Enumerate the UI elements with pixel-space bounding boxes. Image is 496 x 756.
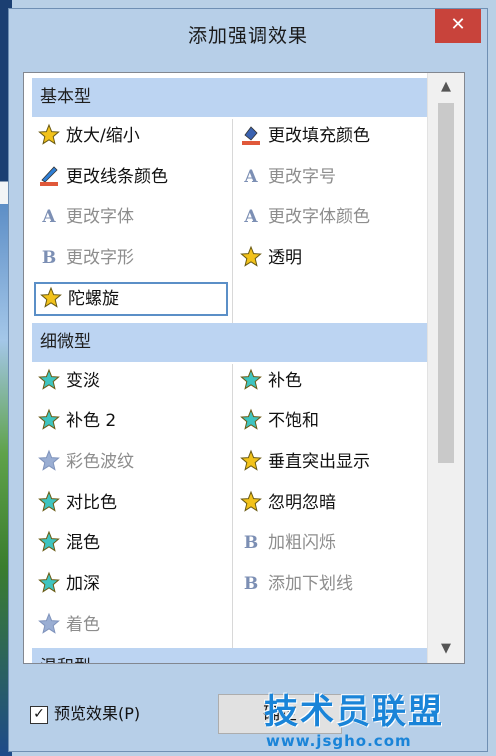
effect-item-label: 补色: [268, 370, 302, 391]
effect-item-label: 垂直突出显示: [268, 451, 370, 472]
paint-bucket-icon: [238, 123, 264, 149]
stars-complement-icon: [36, 408, 62, 434]
chevron-down-icon: ▼: [441, 641, 451, 656]
effect-item: A 更改字体: [34, 200, 224, 234]
stars-complement-icon: [238, 368, 264, 394]
effect-item-label: 更改字体颜色: [268, 207, 370, 228]
effect-item: B 加粗闪烁: [236, 526, 426, 560]
effect-item-label: 混色: [66, 533, 100, 554]
effect-item: 着色: [34, 608, 224, 642]
star-flicker-icon: [238, 490, 264, 516]
watermark-url: www.jsgho.com: [266, 732, 412, 750]
effect-item[interactable]: 补色: [236, 364, 426, 398]
letter-b-flash-icon: B: [243, 533, 259, 554]
effect-item-label: 彩色波纹: [66, 451, 134, 472]
scroll-thumb[interactable]: [438, 103, 454, 463]
effect-item-label: 补色 2: [66, 411, 117, 432]
chevron-up-icon: ▲: [441, 79, 451, 94]
effect-item-label: 更改填充颜色: [268, 126, 370, 146]
letter-a-icon: A: [42, 207, 56, 228]
effect-item-label: 透明: [268, 248, 302, 269]
effect-item[interactable]: 垂直突出显示: [236, 445, 426, 479]
dialog-title: 添加强调效果: [187, 25, 308, 47]
scroll-down-button[interactable]: ▼: [428, 635, 464, 663]
effect-item[interactable]: 忽明忽暗: [236, 486, 426, 520]
star-highlight-icon: [238, 449, 264, 475]
effect-item[interactable]: 放大/缩小: [34, 119, 224, 153]
check-icon: ✓: [33, 705, 45, 722]
letter-a-plus-icon: A: [244, 166, 258, 187]
stars-blend-icon: [36, 530, 62, 556]
effect-item[interactable]: 陀螺旋: [34, 281, 228, 316]
effect-item-label: 陀螺旋: [68, 288, 119, 309]
close-icon: ✕: [450, 14, 466, 35]
star-spin-icon: [38, 286, 64, 312]
column-divider: [232, 119, 233, 323]
effect-item[interactable]: 补色 2: [34, 404, 224, 438]
section-header: 基本型: [32, 78, 428, 117]
effect-item[interactable]: 不饱和: [236, 404, 426, 438]
section-header: 细微型: [32, 322, 428, 362]
letter-b-icon: B: [41, 248, 57, 269]
effect-item[interactable]: 更改填充颜色: [236, 119, 426, 153]
effect-item-label: 对比色: [66, 492, 117, 513]
vertical-scrollbar[interactable]: ▲ ▼: [427, 73, 464, 663]
star-transparent-icon: [238, 245, 264, 271]
scroll-up-button[interactable]: ▲: [428, 73, 464, 101]
preview-effect-checkbox[interactable]: ✓ 预览效果(P): [30, 702, 140, 726]
effect-item-label: 更改字体: [66, 207, 134, 228]
column-divider: [232, 363, 233, 649]
effects-list[interactable]: 基本型 放大/缩小 更改线条颜色 A 更改字体 B 更改字形 陀螺旋 更改填充颜色 A 更改字号 A 更…: [23, 72, 465, 664]
stars-contrast-icon: [36, 490, 62, 516]
effect-item: 彩色波纹: [34, 445, 224, 479]
stars-wave-icon: [36, 449, 62, 475]
effect-item-label: 着色: [66, 614, 100, 635]
effect-item-label: 变淡: [66, 370, 100, 391]
effect-item: B 添加下划线: [236, 567, 426, 601]
effect-item-label: 添加下划线: [268, 574, 353, 594]
effect-item-label: 放大/缩小: [66, 126, 140, 146]
effect-item[interactable]: 混色: [34, 526, 224, 560]
effect-item-label: 更改字号: [268, 166, 336, 187]
effect-item-label: 更改线条颜色: [66, 166, 168, 187]
effect-item-label: 加深: [66, 574, 100, 594]
close-button[interactable]: ✕: [435, 9, 481, 43]
stars-tint-icon: [36, 612, 62, 638]
checkbox-box[interactable]: ✓: [30, 705, 48, 724]
effect-item: B 更改字形: [34, 241, 224, 275]
effect-item[interactable]: 加深: [34, 567, 224, 601]
watermark-logo: 技术员联盟 www.jsgho.com: [256, 682, 492, 754]
effect-item-label: 不饱和: [268, 411, 319, 432]
letter-a-color-icon: A: [244, 207, 258, 228]
effect-item-label: 更改字形: [66, 248, 134, 269]
stars-darken-icon: [36, 571, 62, 597]
effect-item-label: 忽明忽暗: [268, 492, 336, 513]
effect-item[interactable]: 更改线条颜色: [34, 160, 224, 194]
preview-label: 预览效果(P): [54, 704, 141, 723]
stars-desaturate-icon: [238, 408, 264, 434]
letter-b-underline-icon: B: [243, 574, 259, 594]
effect-item[interactable]: 变淡: [34, 364, 224, 398]
watermark-text: 技术员联盟: [264, 692, 444, 732]
effect-item-label: 加粗闪烁: [268, 533, 336, 554]
effect-item[interactable]: 透明: [236, 241, 426, 275]
effects-list-content: 基本型 放大/缩小 更改线条颜色 A 更改字体 B 更改字形 陀螺旋 更改填充颜色 A 更改字号 A 更…: [24, 73, 428, 663]
stars-fade-icon: [36, 368, 62, 394]
title-bar: 添加强调效果 ✕: [9, 9, 487, 57]
star-resize-icon: [36, 123, 62, 149]
pen-rainbow-icon: [36, 164, 62, 190]
effect-item: A 更改字体颜色: [236, 200, 426, 234]
section-header: 温和型: [32, 648, 428, 663]
effect-item[interactable]: 对比色: [34, 486, 224, 520]
effect-item: A 更改字号: [236, 160, 426, 194]
